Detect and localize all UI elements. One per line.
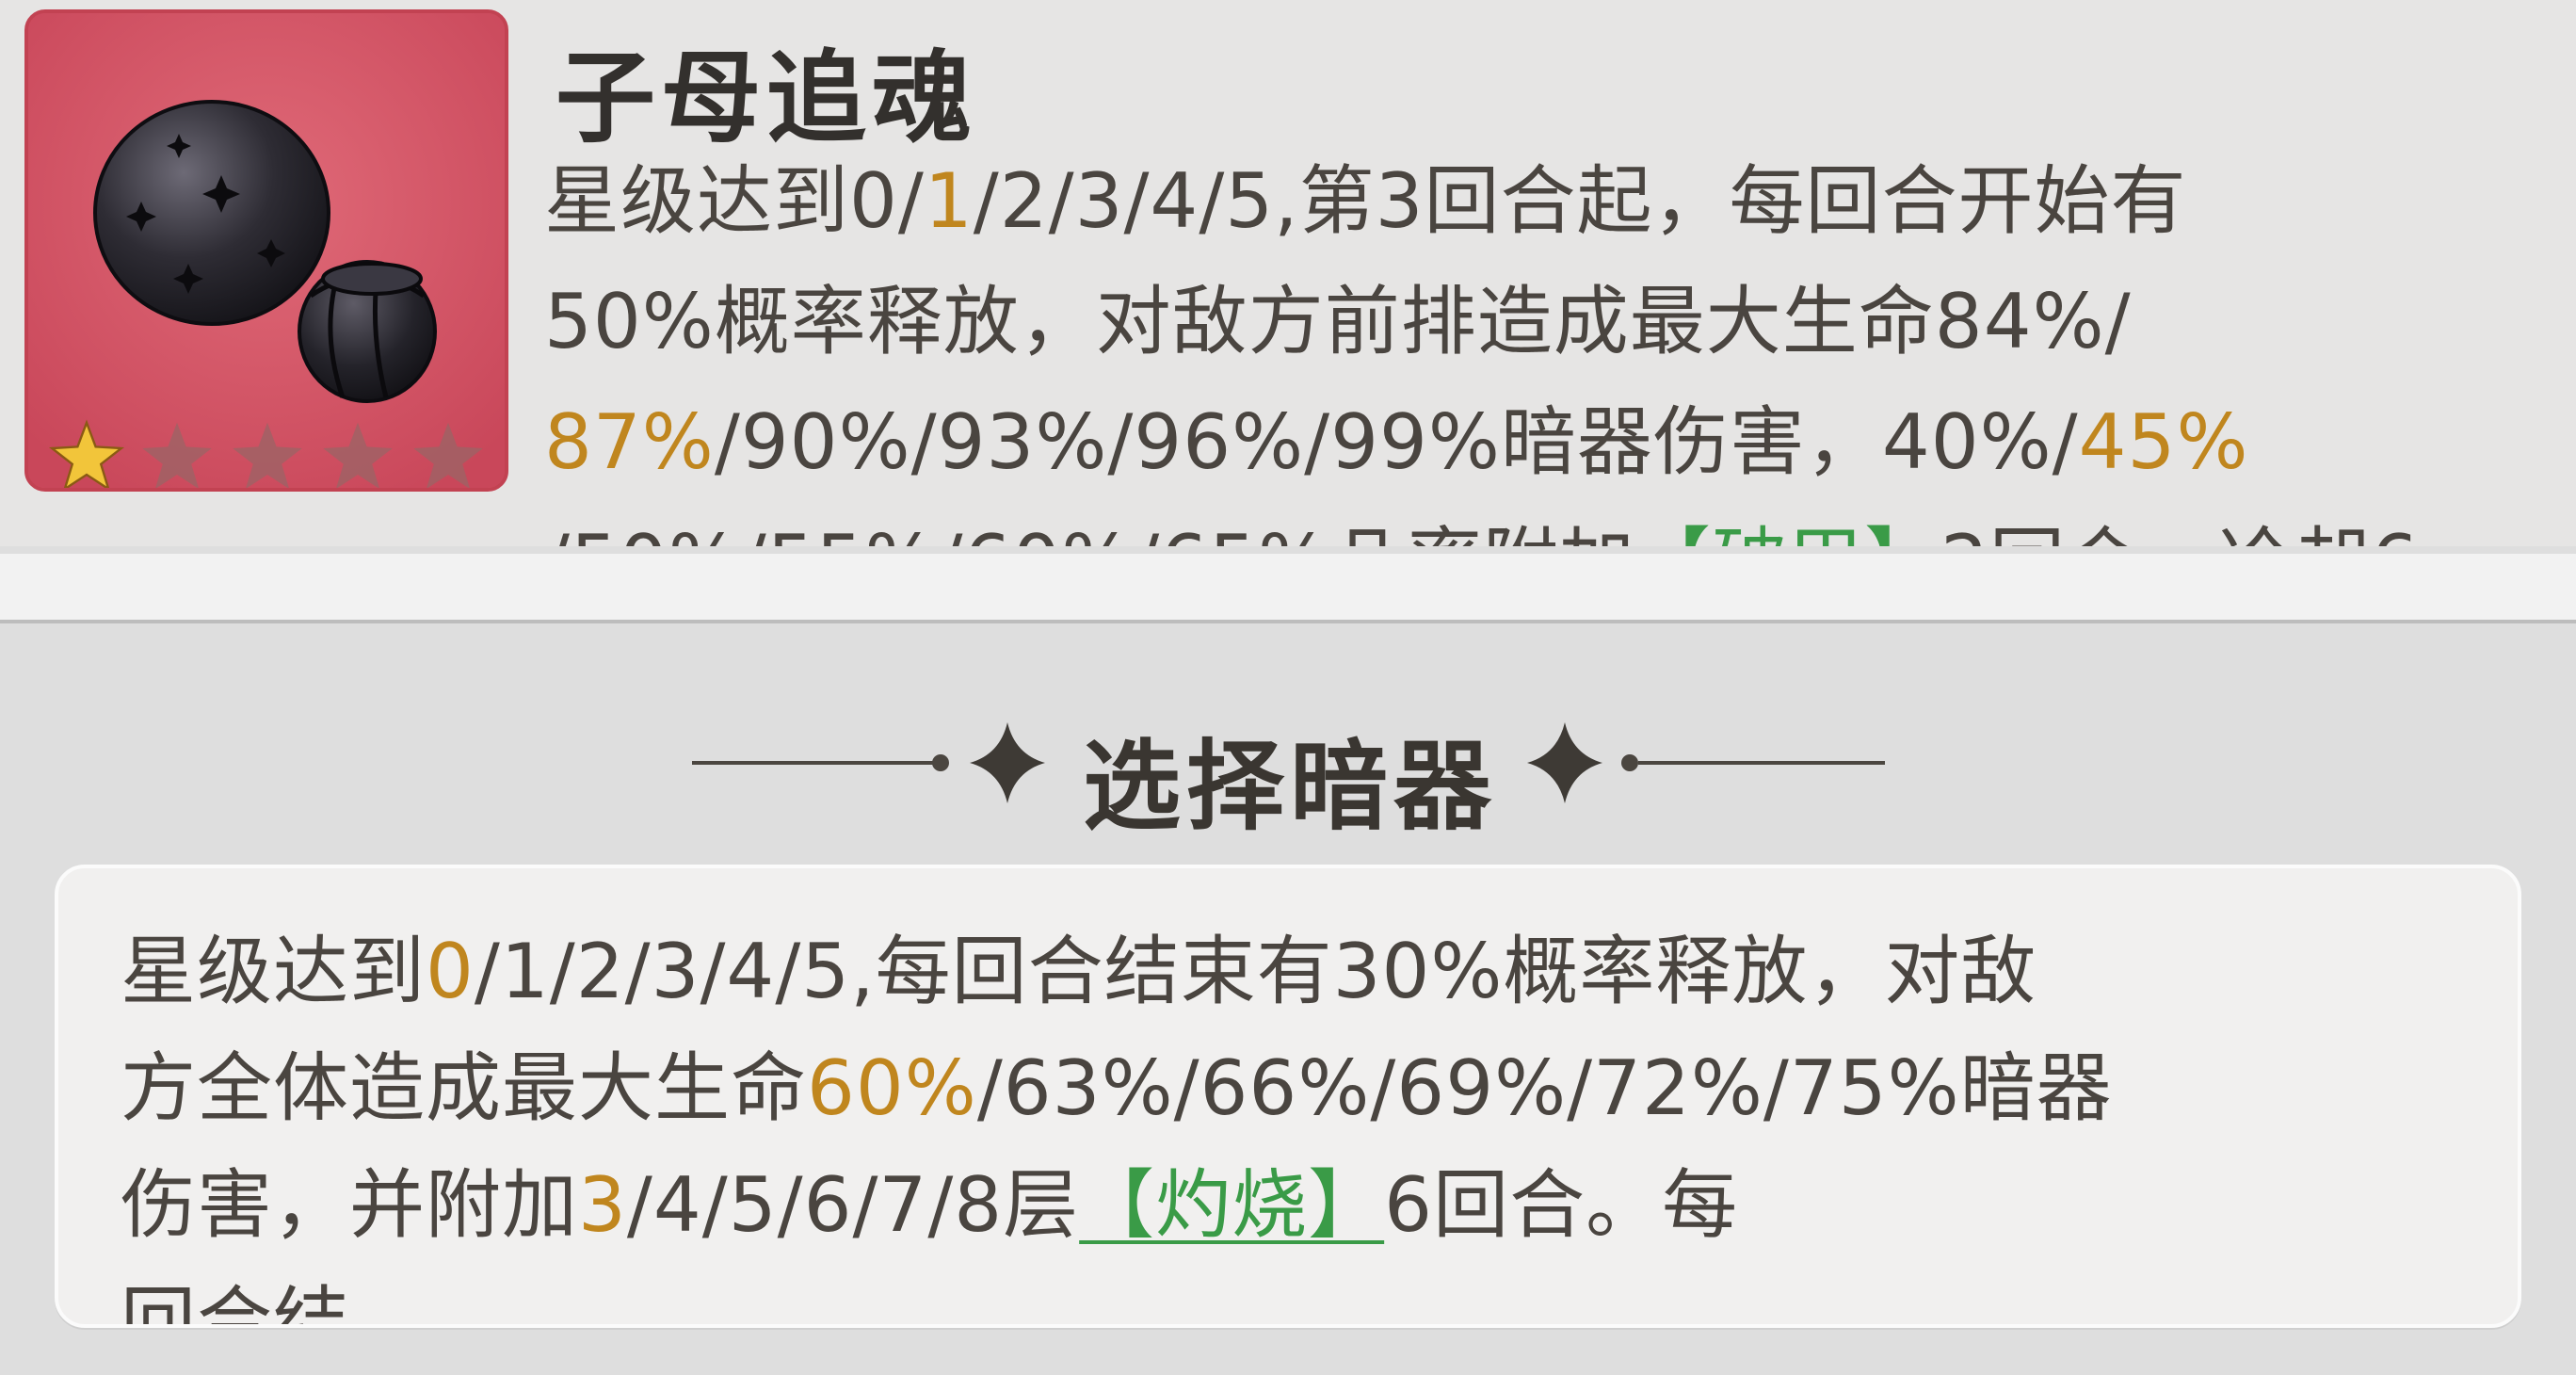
desc-line: 50%概率释放，对敌方前排造成最大生命84%/ — [544, 278, 2132, 365]
desc-line: 方全体造成最大生命60%/63%/66%/69%/72%/75%暗器 — [121, 1044, 2113, 1132]
weapon-description: 星级达到0/1/2/3/4/5,第3回合起，每回合开始有 50%概率释放，对敌方… — [544, 141, 2550, 546]
section-title: 选择暗器 — [1082, 729, 1497, 844]
weapon-title: 子母追魂 — [555, 40, 977, 156]
star-empty-icon — [142, 422, 212, 488]
header-dot-right — [1621, 754, 1638, 771]
desc-line: 星级达到0/1/2/3/4/5,每回合结束有30%概率释放，对敌 — [121, 928, 2037, 1015]
diamond-icon — [970, 722, 1045, 803]
status-term-link[interactable]: 【破甲】 — [1635, 519, 1940, 546]
desc-line: 伤害，并附加3/4/5/6/7/8层【灼烧】6回合。每 — [121, 1161, 1739, 1249]
weapon-icon-frame[interactable] — [24, 9, 508, 492]
star-filled-icon — [49, 419, 124, 488]
star-empty-icon — [323, 422, 393, 488]
star-empty-icon — [413, 422, 483, 488]
section-header: 选择暗器 — [0, 697, 2576, 844]
weapon-option-card[interactable]: 星级达到0/1/2/3/4/5,每回合结束有30%概率释放，对敌 方全体造成最大… — [55, 865, 2521, 1328]
star-empty-icon — [233, 422, 302, 488]
desc-line: 87%/90%/93%/96%/99%暗器伤害，40%/45% — [544, 398, 2249, 486]
desc-line: 回合结 — [121, 1278, 349, 1328]
desc-line: /50%/55%/60%/65%几率附加【破甲】2回合，冷却6 — [544, 503, 2550, 546]
header-dot-left — [932, 754, 949, 771]
header-rule-right — [1638, 761, 1885, 765]
star-rating — [49, 418, 486, 488]
diamond-icon — [1527, 722, 1602, 803]
desc-line: 星级达到0/1/2/3/4/5,第3回合起，每回合开始有 — [544, 157, 2187, 245]
header-rule-left — [692, 761, 939, 765]
section-divider — [0, 554, 2576, 623]
option-description: 星级达到0/1/2/3/4/5,每回合结束有30%概率释放，对敌 方全体造成最大… — [121, 914, 2474, 1328]
black-bomb-icon — [28, 13, 505, 488]
weapon-detail-card: 子母追魂 星级达到0/1/2/3/4/5,第3回合起，每回合开始有 50%概率释… — [0, 0, 2576, 546]
status-term-link[interactable]: 【灼烧】 — [1079, 1161, 1384, 1249]
